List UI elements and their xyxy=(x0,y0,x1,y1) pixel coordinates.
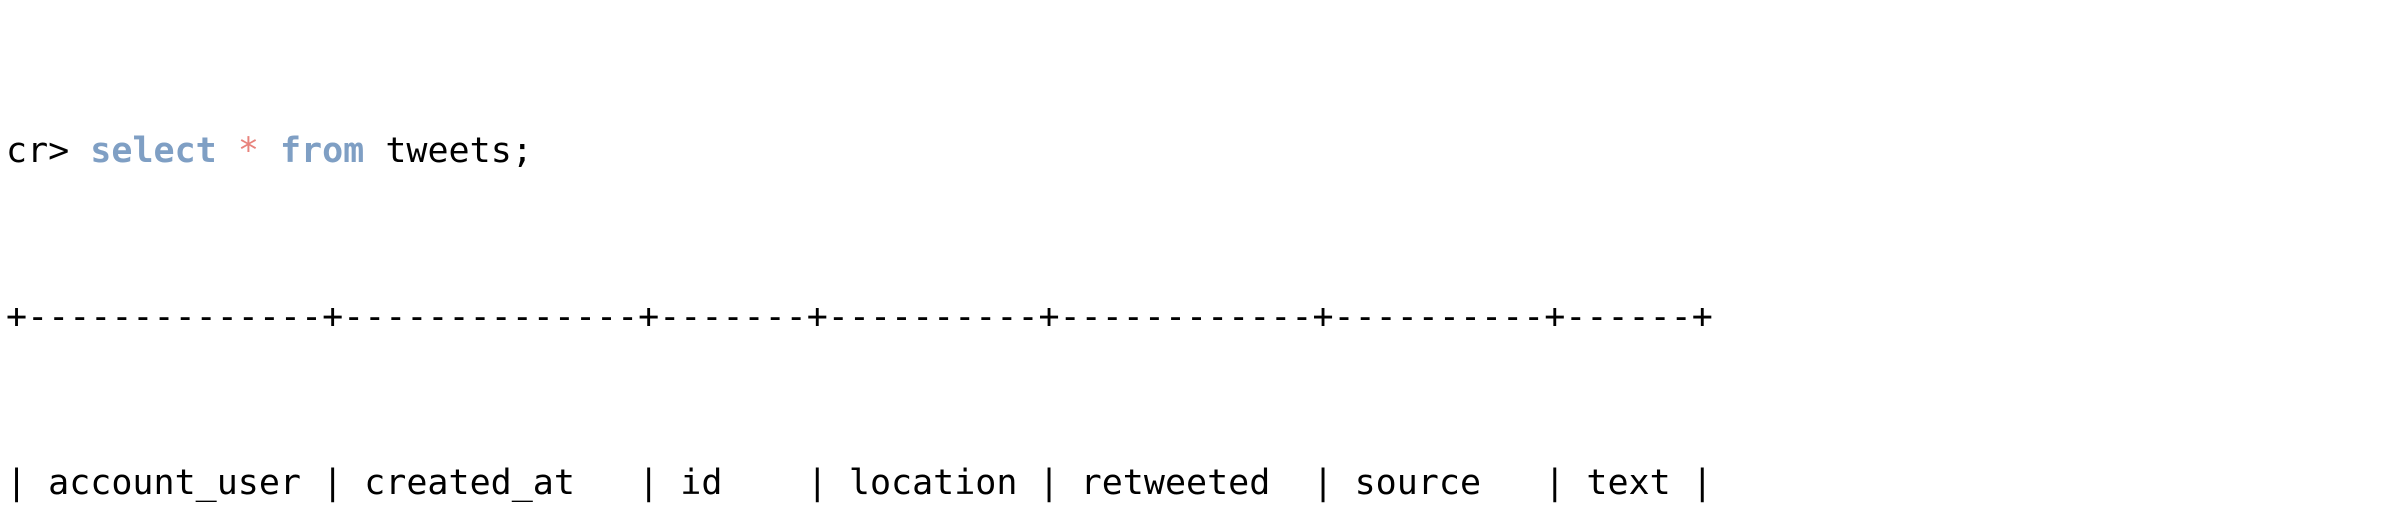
command-space-2 xyxy=(259,131,280,171)
terminal-output[interactable]: cr> select * from tweets; +-------------… xyxy=(0,0,2408,514)
sql-star-glob: * xyxy=(237,130,259,171)
table-header-row: | account_user | created_at | id | locat… xyxy=(6,462,1713,503)
table-top-border: +--------------+--------------+-------+-… xyxy=(6,296,1713,337)
command-space-1 xyxy=(217,131,238,171)
sql-keyword-from: from xyxy=(279,130,365,171)
command-line: cr> select * from tweets; xyxy=(6,131,2408,173)
prompt-label: cr> xyxy=(6,130,91,171)
sql-table-name: tweets; xyxy=(364,130,533,171)
sql-keyword-select: select xyxy=(90,130,217,171)
